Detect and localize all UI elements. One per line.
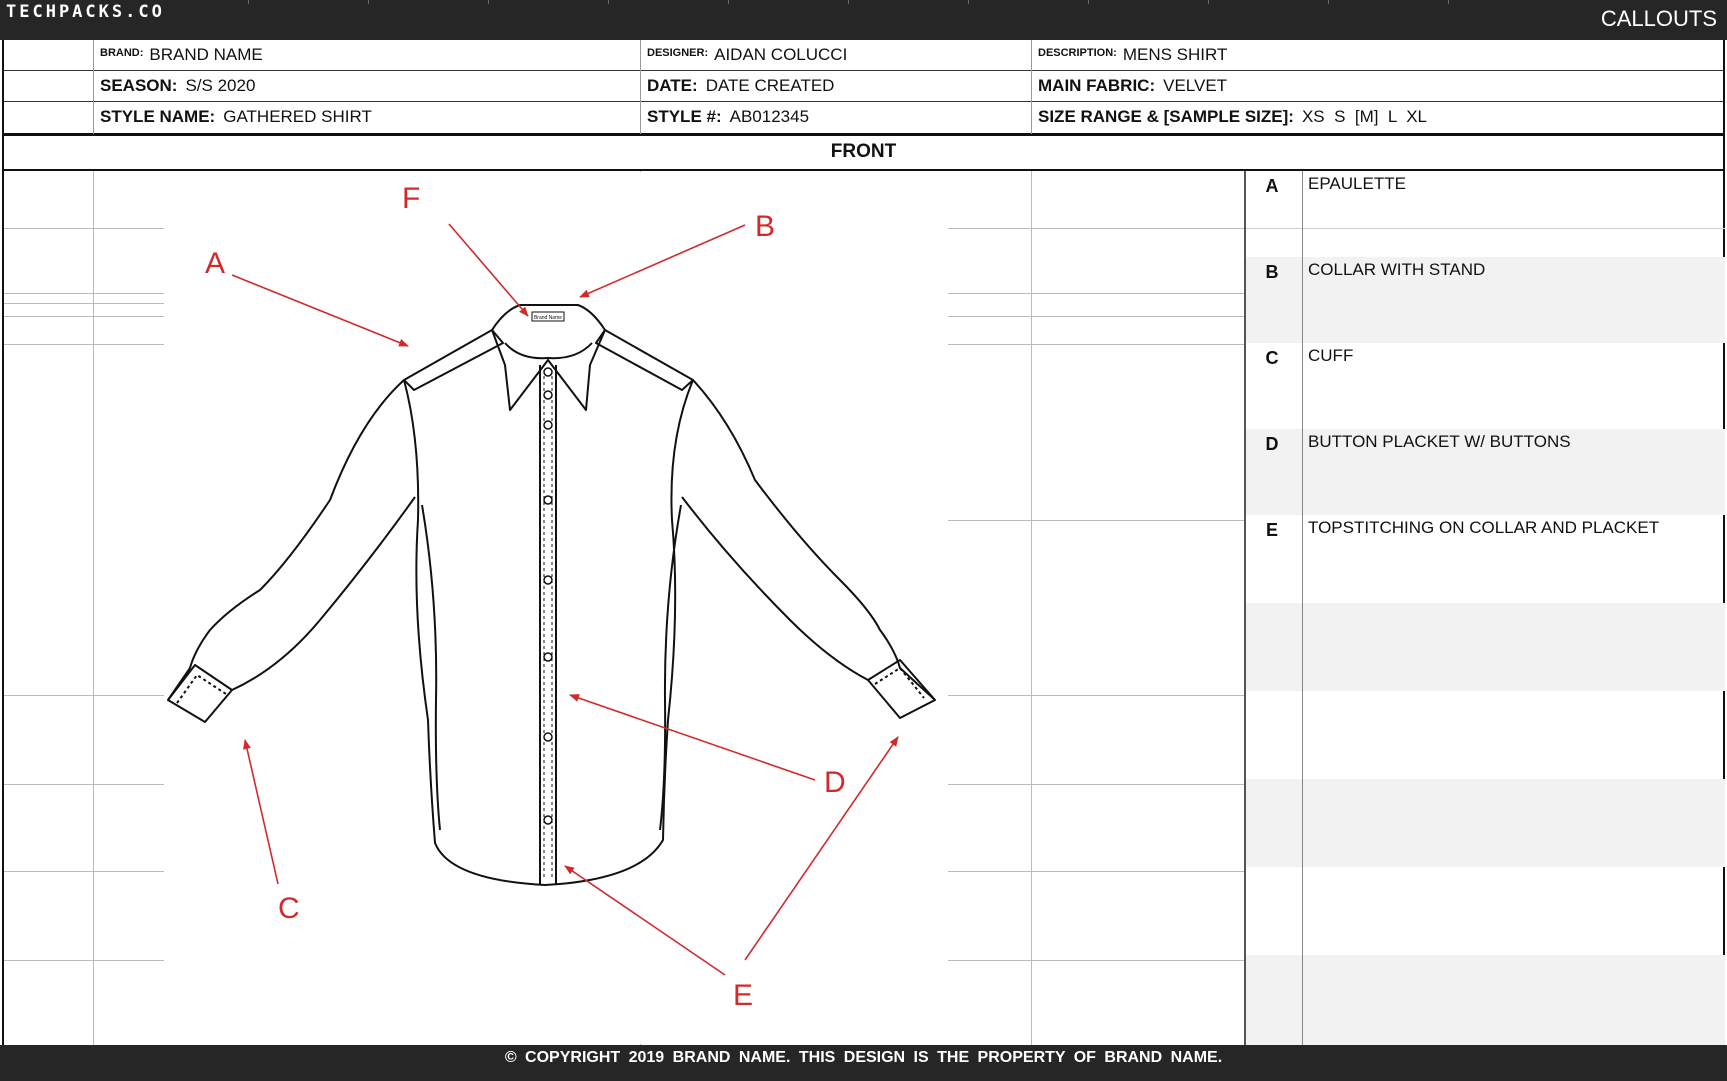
size-range-value: XS S [M] L XL xyxy=(1301,107,1427,126)
date-value: DATE CREATED xyxy=(705,76,835,95)
button-icon xyxy=(543,575,553,585)
callout-label-a: A xyxy=(205,247,225,280)
callout-text: TOPSTITCHING ON COLLAR AND PLACKET xyxy=(1308,518,1660,537)
callout-row-empty xyxy=(1244,867,1725,955)
callout-letter: E xyxy=(1265,520,1278,540)
main-fabric-value: VELVET xyxy=(1163,76,1228,95)
main-fabric-label: MAIN FABRIC: xyxy=(1038,76,1156,95)
style-name-cell: STYLE NAME: GATHERED SHIRT xyxy=(100,102,372,133)
callout-row: C CUFF xyxy=(1244,343,1725,429)
description-cell: DESCRIPTION: MENS SHIRT xyxy=(1038,40,1227,70)
callouts-letter-divider xyxy=(1302,171,1303,1045)
style-name-label: STYLE NAME: xyxy=(100,107,216,126)
callouts-divider xyxy=(1244,171,1246,1045)
size-range-label: SIZE RANGE & [SAMPLE SIZE]: xyxy=(1038,107,1294,126)
info-table: BRAND: BRAND NAME DESIGNER: AIDAN COLUCCI … xyxy=(2,40,1725,135)
top-tick xyxy=(368,0,369,4)
top-tick xyxy=(1328,0,1329,4)
callout-letter: A xyxy=(1265,176,1279,196)
callout-label-f: F xyxy=(402,182,420,215)
callout-row: D BUTTON PLACKET W/ BUTTONS xyxy=(1244,429,1725,515)
info-row-2: SEASON: S/S 2020 DATE: DATE CREATED MAIN F… xyxy=(4,71,1723,102)
style-no-label: STYLE #: xyxy=(647,107,722,126)
callout-row-empty xyxy=(1244,779,1725,867)
button-icon xyxy=(543,495,553,505)
callout-row: E TOPSTITCHING ON COLLAR AND PLACKET xyxy=(1244,515,1725,603)
callout-row-empty xyxy=(1244,603,1725,691)
designer-label: DESIGNER: xyxy=(647,47,709,59)
info-row-3: STYLE NAME: GATHERED SHIRT STYLE #: AB0123… xyxy=(4,102,1723,135)
info-divider xyxy=(93,40,94,134)
designer-value: AIDAN COLUCCI xyxy=(714,45,848,64)
view-title: FRONT xyxy=(2,134,1725,171)
info-row-1: BRAND: BRAND NAME DESIGNER: AIDAN COLUCCI … xyxy=(4,40,1723,71)
callout-row-empty xyxy=(1244,955,1725,1045)
callout-text: COLLAR WITH STAND xyxy=(1308,260,1486,279)
callout-text: EPAULETTE xyxy=(1308,174,1406,193)
top-tick xyxy=(608,0,609,4)
season-value: S/S 2020 xyxy=(185,76,256,95)
callout-label-c: C xyxy=(278,892,300,925)
callout-letter: C xyxy=(1265,348,1279,368)
callout-row: A EPAULETTE xyxy=(1244,171,1725,257)
season-cell: SEASON: S/S 2020 xyxy=(100,71,255,101)
top-tick xyxy=(1088,0,1089,4)
description-label: DESCRIPTION: xyxy=(1038,47,1117,59)
footer-copyright: © COPYRIGHT 2019 BRAND NAME. THIS DESIGN… xyxy=(0,1045,1727,1081)
button-icon xyxy=(543,420,553,430)
style-no-cell: STYLE #: AB012345 xyxy=(647,102,809,133)
callout-row: B COLLAR WITH STAND xyxy=(1244,257,1725,343)
button-icon xyxy=(543,815,553,825)
top-tick xyxy=(848,0,849,4)
top-tick xyxy=(488,0,489,4)
top-tick xyxy=(248,0,249,4)
style-name-value: GATHERED SHIRT xyxy=(223,107,372,126)
callout-text: CUFF xyxy=(1308,346,1354,365)
top-tick xyxy=(1208,0,1209,4)
top-tick xyxy=(968,0,969,4)
designer-cell: DESIGNER: AIDAN COLUCCI xyxy=(647,40,847,70)
callout-label-e: E xyxy=(733,979,753,1012)
button-icon xyxy=(543,390,553,400)
info-divider xyxy=(640,40,641,134)
sheet-title: CALLOUTS xyxy=(1600,6,1717,31)
logo: TECHPACKS.CO xyxy=(6,2,165,22)
callout-text: BUTTON PLACKET W/ BUTTONS xyxy=(1308,432,1571,451)
brand-label: BRAND: xyxy=(100,47,144,59)
top-bar: TECHPACKS.CO CALLOUTS xyxy=(0,0,1727,40)
callout-letter: D xyxy=(1265,434,1279,454)
callout-row-empty xyxy=(1244,691,1725,779)
shirt-drawing: Brand Name A B C D E F xyxy=(164,172,948,1044)
style-no-value: AB012345 xyxy=(729,107,810,126)
brand-value: BRAND NAME xyxy=(149,45,263,64)
brand-cell: BRAND: BRAND NAME xyxy=(100,40,263,70)
size-range-cell: SIZE RANGE & [SAMPLE SIZE]: XS S [M] L XL xyxy=(1038,102,1427,133)
neck-label-text: Brand Name xyxy=(534,315,562,321)
description-value: MENS SHIRT xyxy=(1122,45,1228,64)
grid-line xyxy=(1244,228,1725,229)
callout-label-b: B xyxy=(755,210,775,243)
button-icon xyxy=(543,367,553,377)
callout-letter: B xyxy=(1265,262,1279,282)
callout-label-d: D xyxy=(824,766,846,799)
callouts-table: A EPAULETTE B COLLAR WITH STAND C CUFF D… xyxy=(1244,171,1725,1045)
date-label: DATE: xyxy=(647,76,698,95)
button-icon xyxy=(543,732,553,742)
info-divider xyxy=(1031,40,1032,134)
top-tick xyxy=(1448,0,1449,4)
tech-pack-sheet: TECHPACKS.CO CALLOUTS BRAND: BRAND NAME D… xyxy=(0,0,1727,1081)
date-cell: DATE: DATE CREATED xyxy=(647,71,834,101)
season-label: SEASON: xyxy=(100,76,178,95)
top-tick xyxy=(728,0,729,4)
button-icon xyxy=(543,652,553,662)
main-fabric-cell: MAIN FABRIC: VELVET xyxy=(1038,71,1227,101)
